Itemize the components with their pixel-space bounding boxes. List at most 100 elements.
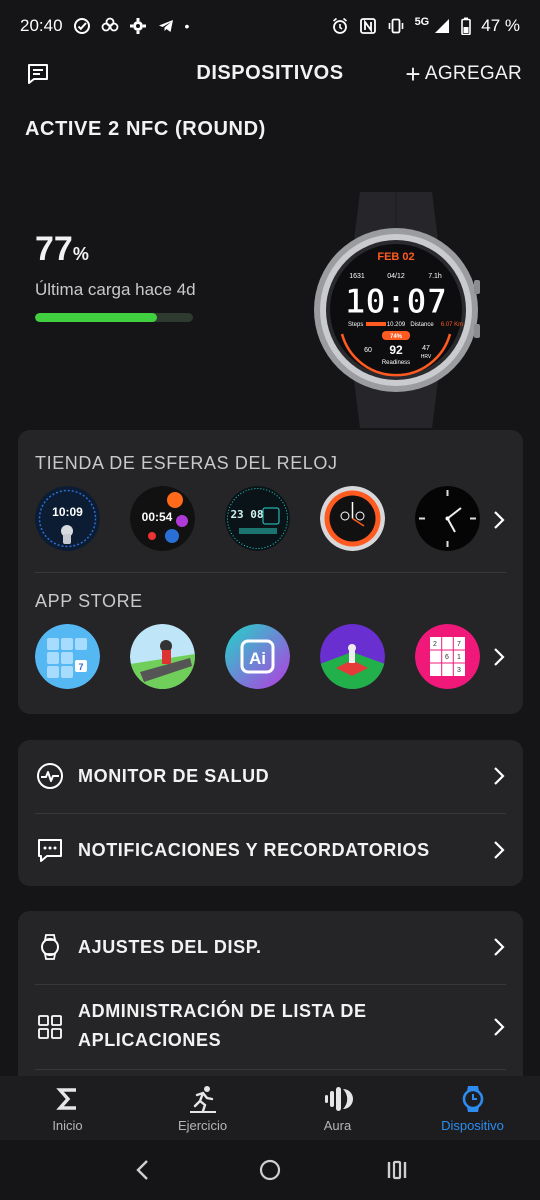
last-charge-text: Última carga hace 4d	[35, 280, 196, 299]
nav-label-inicio: Inicio	[52, 1117, 83, 1133]
menu-item-notifications[interactable]: NOTIFICACIONES Y RECORDATORIOS	[18, 813, 523, 886]
watch-time: 10:07	[345, 282, 447, 322]
runner-icon	[186, 1084, 220, 1114]
settings-gear-icon	[129, 17, 147, 35]
svg-text:1: 1	[457, 654, 461, 661]
nav-label-dispositivo: Dispositivo	[441, 1117, 504, 1133]
watch-image[interactable]: FEB 02 1631 04/12 7.1h 10:07 Steps 10.20…	[312, 192, 480, 428]
watchface-orange-sport[interactable]	[320, 486, 385, 551]
watchface-bubbles[interactable]: 00:54	[130, 486, 195, 551]
battery-percent: 77%	[35, 230, 205, 269]
flower-icon	[101, 17, 119, 35]
menu-card-health: MONITOR DE SALUD NOTIFICACIONES Y RECORD…	[18, 740, 523, 886]
nav-tab-aura[interactable]: Aura	[270, 1076, 405, 1140]
nav-tab-ejercicio[interactable]: Ejercicio	[135, 1076, 270, 1140]
nfc-icon	[359, 17, 377, 35]
system-recents-button[interactable]	[377, 1150, 417, 1190]
add-device-button[interactable]: + AGREGAR	[405, 60, 522, 88]
home-circle-icon	[259, 1159, 281, 1181]
watchface-astronaut[interactable]: 10:09	[35, 486, 100, 551]
watch-store-more-button[interactable]	[489, 510, 509, 530]
watch-readiness-label: Readiness	[382, 360, 410, 366]
add-device-label: AGREGAR	[424, 63, 522, 84]
watch-icon	[456, 1084, 490, 1114]
menu-divider	[35, 1069, 506, 1070]
nav-tab-dispositivo[interactable]: Dispositivo	[405, 1076, 540, 1140]
store-divider	[35, 572, 506, 573]
battery-percent-symbol: %	[72, 244, 89, 264]
menu-item-health-monitor[interactable]: MONITOR DE SALUD	[18, 740, 523, 813]
battery-progress-bar	[35, 313, 193, 322]
system-navigation	[0, 1140, 540, 1200]
app-chess[interactable]	[320, 624, 385, 689]
menu-card-device: AJUSTES DEL DISP. ADMINISTRACIÓN DE LIST…	[18, 911, 523, 1086]
watch-settings-icon	[36, 933, 64, 961]
status-bar: 20:40 • 5G 47 %	[0, 0, 540, 52]
watchface-astronaut-time: 10:09	[52, 505, 83, 519]
watch-badge: 74%	[390, 334, 403, 340]
watch-left-value: 60	[364, 347, 372, 354]
app-runner-game[interactable]	[130, 624, 195, 689]
check-circle-icon	[73, 17, 91, 35]
app-list: 7 Ai 2 7 6 1 3	[35, 624, 480, 689]
system-home-button[interactable]	[250, 1150, 290, 1190]
bottom-navigation: Inicio Ejercicio Aura Dispositivo	[0, 1076, 540, 1140]
app-grid-icon	[36, 1013, 64, 1041]
watchface-grid-time: 23 08	[230, 508, 263, 521]
svg-text:7: 7	[78, 662, 83, 672]
chat-bubble-icon	[36, 836, 64, 864]
chevron-right-icon	[489, 1017, 509, 1037]
back-chevron-icon	[136, 1160, 149, 1180]
svg-text:2: 2	[433, 641, 437, 648]
sigma-icon	[51, 1084, 85, 1114]
app-header: DISPOSITIVOS + AGREGAR	[0, 52, 540, 96]
watch-face-list: 10:09 00:54 23 08	[35, 486, 480, 551]
watch-distance: 6.07 Km	[441, 322, 463, 328]
nav-label-aura: Aura	[323, 1117, 352, 1133]
battery-progress-fill	[35, 313, 157, 322]
watchface-bubbles-time: 00:54	[142, 510, 173, 524]
chevron-right-icon	[489, 937, 509, 957]
app-store-more-button[interactable]	[489, 647, 509, 667]
watch-readiness: 92	[389, 343, 403, 357]
watchface-digital-grid[interactable]: 23 08	[225, 486, 290, 551]
device-name: ACTIVE 2 NFC (ROUND)	[25, 118, 266, 140]
watch-top-value-1: 1631	[349, 273, 365, 280]
battery-status: 77% Última carga hace 4d	[35, 230, 205, 322]
app-store-title: APP STORE	[35, 591, 143, 611]
battery-percent-value: 77	[35, 230, 73, 268]
app-list-label-line1: ADMINISTRACIÓN DE LISTA DE	[78, 1001, 367, 1021]
svg-text:7: 7	[457, 641, 461, 648]
watchface-classic-analog[interactable]	[415, 486, 480, 551]
menu-item-app-list[interactable]: ADMINISTRACIÓN DE LISTA DE APLICACIONES	[18, 984, 523, 1070]
app-ai-label: Ai	[249, 649, 266, 668]
watch-distance-label: Distance	[410, 322, 434, 328]
app-sudoku[interactable]: 2 7 6 1 3	[415, 624, 480, 689]
signal-icon	[433, 17, 451, 35]
watch-store-title: TIENDA DE ESFERAS DEL RELOJ	[35, 453, 338, 473]
watch-top-value-2: 04/12	[387, 273, 405, 280]
watch-date: FEB 02	[377, 251, 414, 263]
menu-item-device-settings[interactable]: AJUSTES DEL DISP.	[18, 911, 523, 984]
alarm-icon	[331, 17, 349, 35]
telegram-icon	[157, 17, 175, 35]
chevron-right-icon	[489, 766, 509, 786]
nav-tab-inicio[interactable]: Inicio	[0, 1076, 135, 1140]
notification-dot-icon: •	[184, 18, 190, 34]
watch-steps-label: Steps	[348, 322, 363, 328]
app-list-label: ADMINISTRACIÓN DE LISTA DE APLICACIONES	[78, 997, 367, 1055]
network-type: 5G	[414, 16, 430, 28]
watch-top-value-3: 7.1h	[428, 273, 442, 280]
svg-text:6: 6	[445, 654, 449, 661]
recents-icon	[387, 1160, 406, 1180]
app-blocks-game[interactable]: 7	[35, 624, 100, 689]
plus-icon: +	[405, 59, 421, 89]
store-card: TIENDA DE ESFERAS DEL RELOJ 10:09 00:54 …	[18, 430, 523, 714]
system-back-button[interactable]	[123, 1150, 163, 1190]
app-list-label-line2: APLICACIONES	[78, 1030, 222, 1050]
health-monitor-label: MONITOR DE SALUD	[78, 766, 270, 786]
aura-icon	[321, 1084, 355, 1114]
notifications-label: NOTIFICACIONES Y RECORDATORIOS	[78, 840, 430, 860]
app-ai-assistant[interactable]: Ai	[225, 624, 290, 689]
watch-right-label: HRV	[421, 354, 432, 360]
